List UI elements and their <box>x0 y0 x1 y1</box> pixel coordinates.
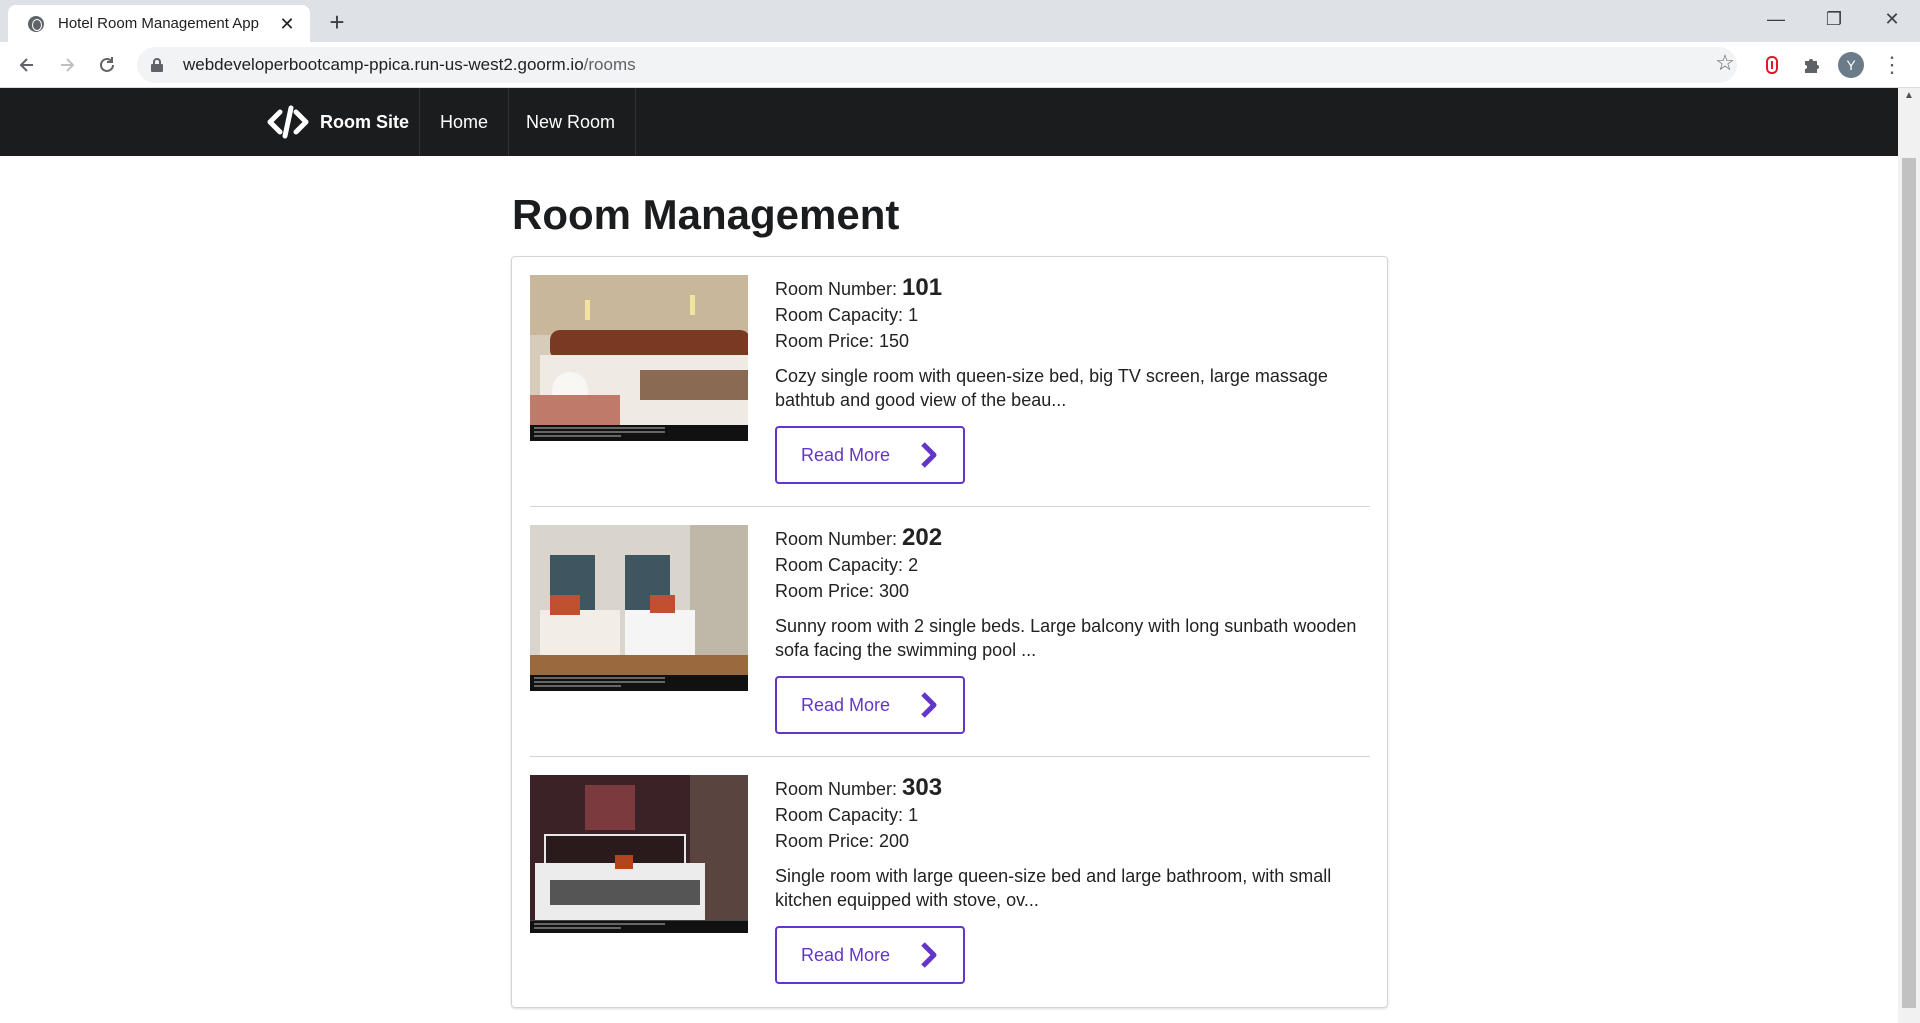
room-capacity-line: Room Capacity: 2 <box>775 552 1375 578</box>
tab-title: Hotel Room Management App <box>58 15 259 32</box>
room-price-line: Room Price: 150 <box>775 328 1375 354</box>
nav-item-home[interactable]: Home <box>419 88 510 156</box>
room-description: Cozy single room with queen-size bed, bi… <box>775 366 1328 410</box>
room-price-label: Room Price: <box>775 331 880 351</box>
brand-text: Room Site <box>320 111 410 132</box>
extension-shield-icon[interactable] <box>1757 50 1787 80</box>
site-navbar: Room Site Home New Room <box>0 88 1898 156</box>
room-description: Sunny room with 2 single beds. Large bal… <box>775 616 1357 660</box>
new-tab-button[interactable]: + <box>322 8 352 38</box>
room-number-line: Room Number: 303 <box>775 775 1375 802</box>
page-title: Room Management <box>512 191 900 238</box>
page-viewport: Room Site Home New Room Room Management <box>0 88 1898 1023</box>
url-path: /rooms <box>583 55 636 74</box>
bookmark-star-icon[interactable]: ☆ <box>1710 50 1740 76</box>
page-scrollbar[interactable]: ▲ <box>1898 88 1920 1023</box>
room-number-label: Room Number: <box>775 779 903 799</box>
room-details: Room Number: 101 Room Capacity: 1 Room P… <box>775 275 1375 484</box>
chevron-right-icon <box>921 942 937 968</box>
room-number: 202 <box>902 524 943 551</box>
room-price: 300 <box>879 581 910 601</box>
brand-link[interactable]: Room Site <box>248 88 427 156</box>
room-item: Room Number: 202 Room Capacity: 2 Room P… <box>530 507 1370 739</box>
room-number-line: Room Number: 101 <box>775 275 1375 302</box>
room-capacity-line: Room Capacity: 1 <box>775 802 1375 828</box>
room-item: Room Number: 303 Room Capacity: 1 Room P… <box>530 757 1370 989</box>
tab-close-icon[interactable]: ✕ <box>276 13 298 35</box>
room-details: Room Number: 202 Room Capacity: 2 Room P… <box>775 525 1375 734</box>
room-number-line: Room Number: 202 <box>775 525 1375 552</box>
nav-item-new-room[interactable]: New Room <box>506 88 637 156</box>
room-description: Single room with large queen-size bed an… <box>775 866 1332 910</box>
forward-icon[interactable] <box>52 50 82 80</box>
room-capacity-label: Room Capacity: <box>775 555 909 575</box>
read-more-label: Read More <box>801 444 891 465</box>
url-host: webdeveloperbootcamp-ppica.run-us-west2.… <box>183 55 584 74</box>
room-price-line: Room Price: 300 <box>775 578 1375 604</box>
read-more-button[interactable]: Read More <box>775 426 965 484</box>
room-details: Room Number: 303 Room Capacity: 1 Room P… <box>775 775 1375 984</box>
browser-menu-icon[interactable]: ⋮ <box>1880 50 1904 80</box>
room-price-line: Room Price: 200 <box>775 828 1375 854</box>
room-image <box>530 775 748 933</box>
profile-avatar[interactable]: Y <box>1838 52 1864 78</box>
room-price-label: Room Price: <box>775 831 880 851</box>
chevron-right-icon <box>921 442 937 468</box>
back-icon[interactable] <box>12 50 42 80</box>
room-number-label: Room Number: <box>775 279 903 299</box>
chevron-right-icon <box>921 692 937 718</box>
browser-toolbar: webdeveloperbootcamp-ppica.run-us-west2.… <box>0 42 1920 88</box>
globe-icon <box>28 15 44 32</box>
room-list: Room Number: 101 Room Capacity: 1 Room P… <box>511 256 1388 1008</box>
room-capacity: 2 <box>908 555 919 575</box>
address-bar[interactable]: webdeveloperbootcamp-ppica.run-us-west2.… <box>137 47 1737 83</box>
read-more-label: Read More <box>801 694 891 715</box>
read-more-button[interactable]: Read More <box>775 926 965 984</box>
read-more-button[interactable]: Read More <box>775 676 965 734</box>
minimize-button[interactable]: — <box>1748 0 1804 38</box>
room-item: Room Number: 101 Room Capacity: 1 Room P… <box>530 257 1370 489</box>
scrollbar-thumb[interactable] <box>1902 158 1916 1008</box>
room-number-label: Room Number: <box>775 529 903 549</box>
browser-tabstrip: Hotel Room Management App ✕ + — ❐ ✕ <box>0 0 1920 42</box>
close-window-button[interactable]: ✕ <box>1864 0 1920 38</box>
read-more-label: Read More <box>801 944 891 965</box>
extensions-puzzle-icon[interactable] <box>1797 50 1827 80</box>
room-price: 200 <box>879 831 910 851</box>
room-capacity: 1 <box>908 305 919 325</box>
scroll-up-icon[interactable]: ▲ <box>1898 88 1920 104</box>
code-icon <box>267 105 309 139</box>
room-capacity-line: Room Capacity: 1 <box>775 302 1375 328</box>
room-capacity-label: Room Capacity: <box>775 305 909 325</box>
room-number: 101 <box>902 274 943 301</box>
room-image <box>530 525 748 691</box>
room-image <box>530 275 748 441</box>
room-price: 150 <box>879 331 910 351</box>
room-capacity: 1 <box>908 805 919 825</box>
reload-icon[interactable] <box>92 50 122 80</box>
restore-button[interactable]: ❐ <box>1806 0 1862 38</box>
room-capacity-label: Room Capacity: <box>775 805 909 825</box>
room-number: 303 <box>902 774 943 801</box>
lock-icon <box>151 58 163 72</box>
browser-tab[interactable]: Hotel Room Management App ✕ <box>8 5 310 42</box>
room-price-label: Room Price: <box>775 581 880 601</box>
